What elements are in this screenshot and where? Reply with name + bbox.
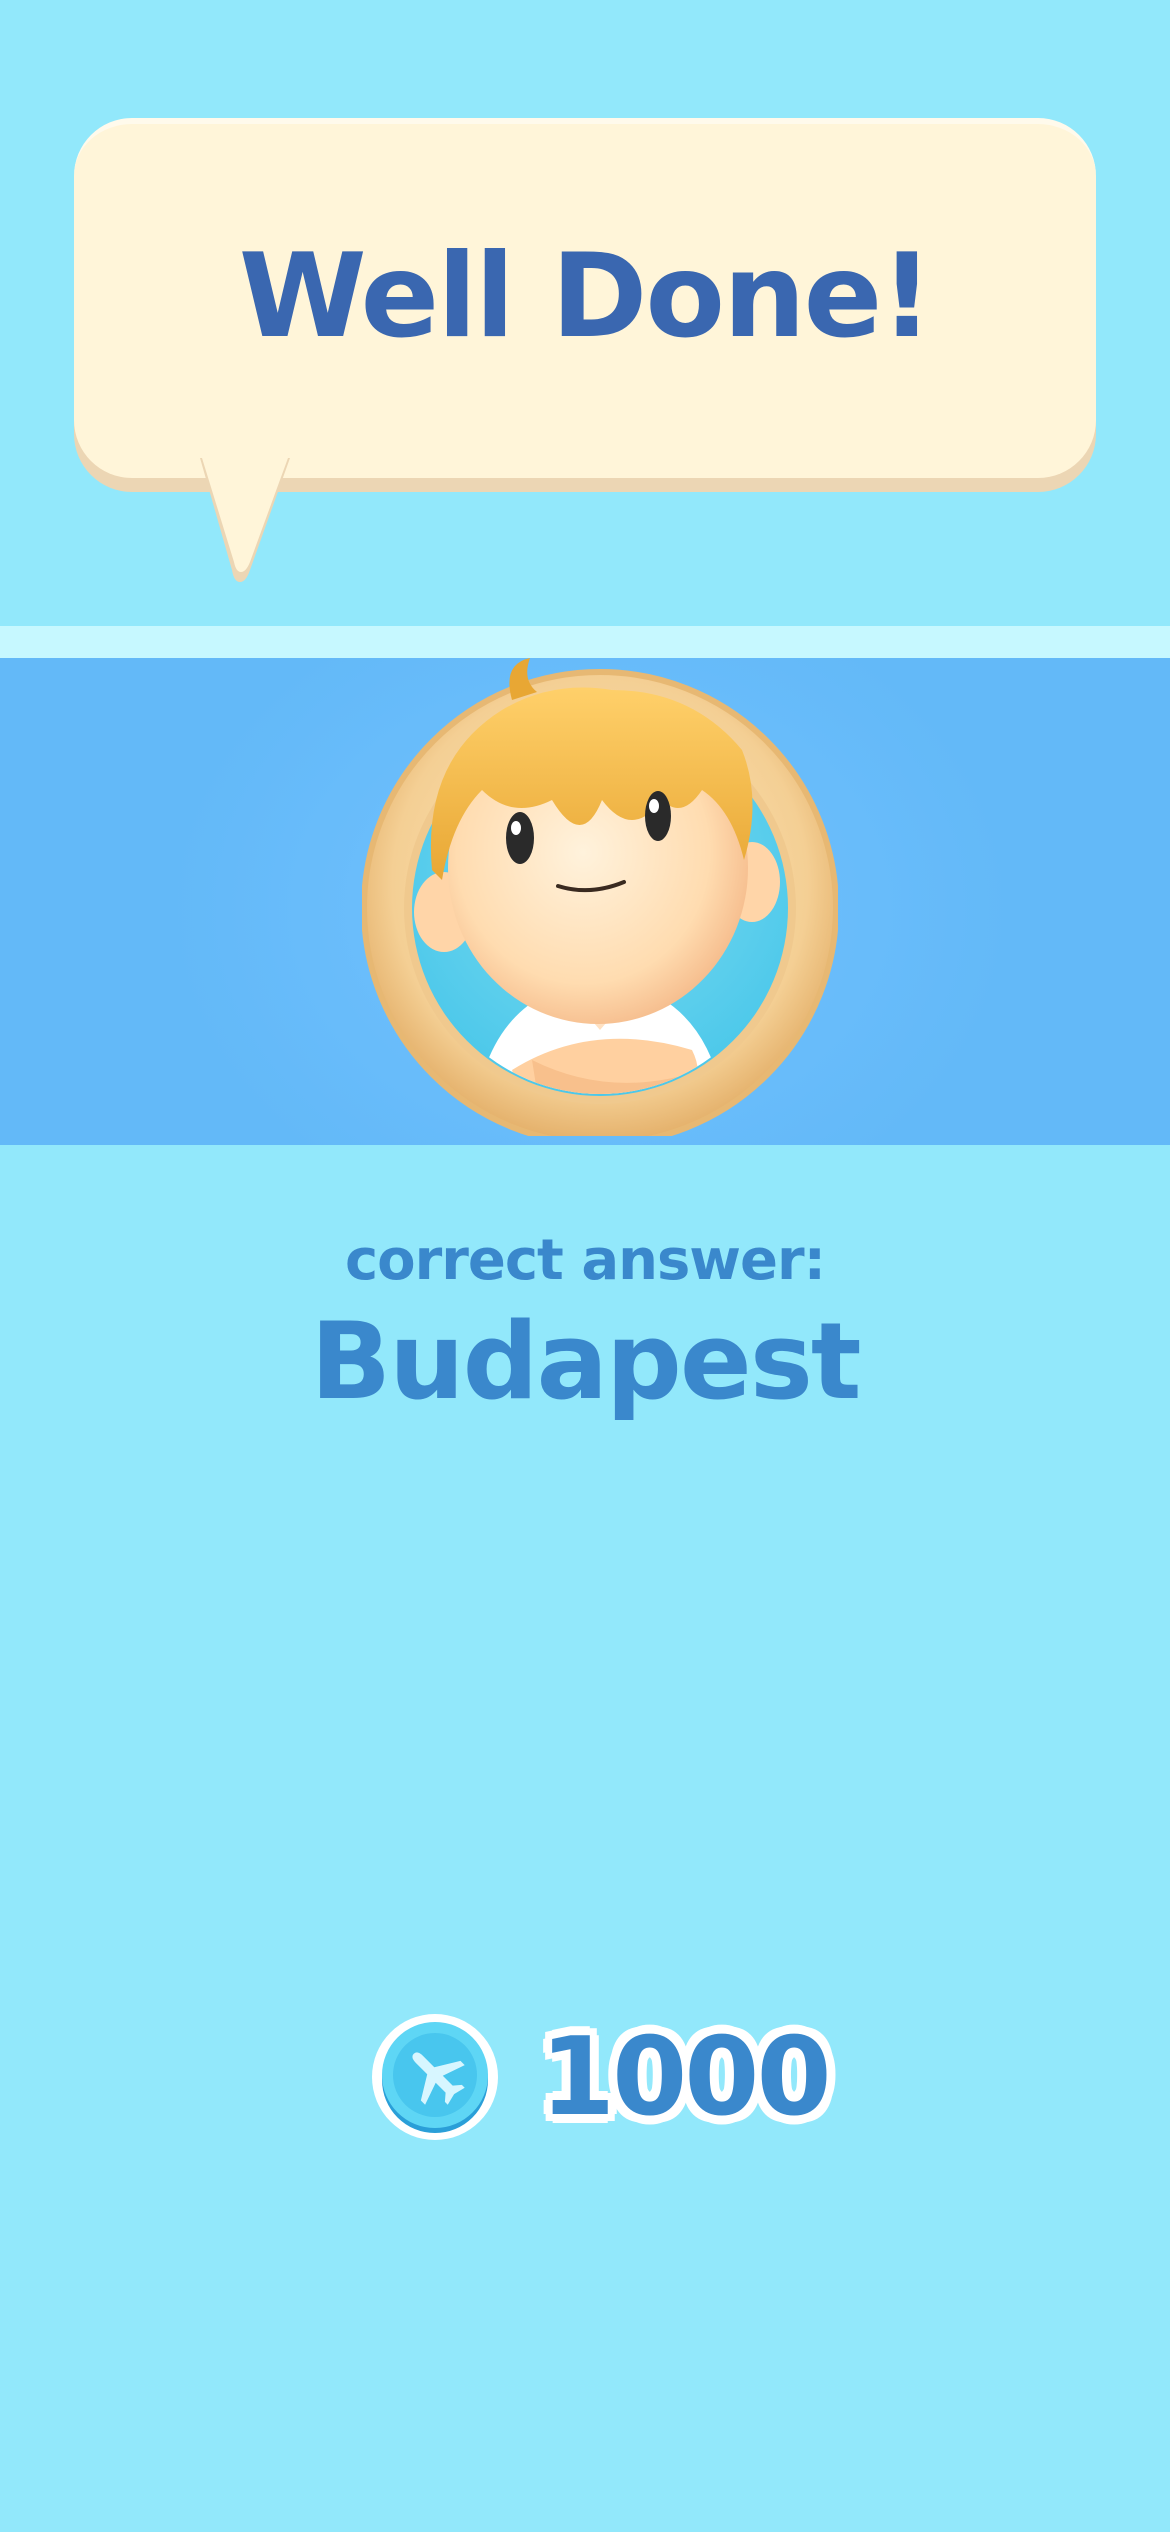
correct-answer-value: Budapest [310,1300,861,1423]
character-avatar [362,658,838,1136]
plane-coin-icon [372,2014,498,2140]
correct-answer-label: correct answer: [344,1228,826,1293]
speech-bubble: Well Done! [74,118,1096,478]
well-done-title: Well Done! [238,228,934,364]
speech-bubble-tail [200,458,290,582]
reward-amount: 1000 [540,2015,832,2140]
